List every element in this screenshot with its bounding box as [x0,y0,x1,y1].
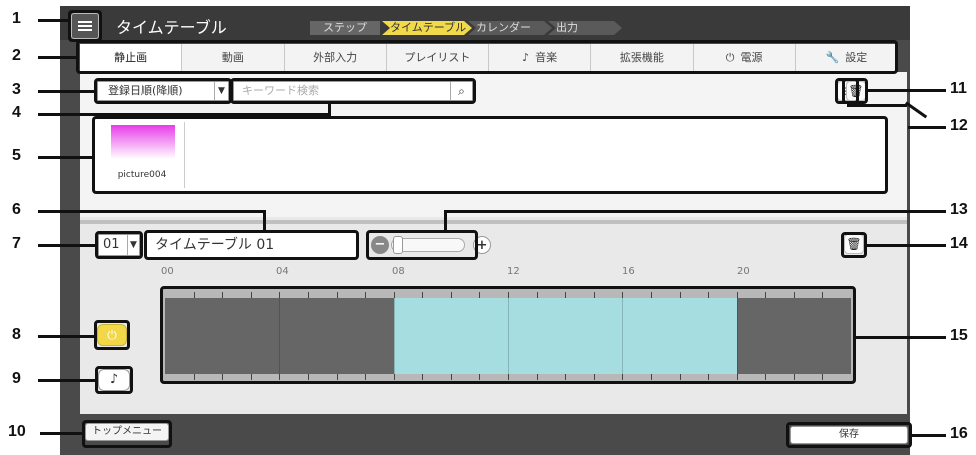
callout-box [95,366,133,394]
callout-number: 4 [12,104,21,121]
callout-box [95,231,143,259]
page-title: タイムテーブル [116,18,227,37]
callout-box [160,286,856,384]
callout-box [366,230,478,260]
callout-box [94,320,130,350]
hour-label: 00 [161,266,174,277]
callout-line [444,210,447,230]
callout-line [38,156,92,159]
callout-line [38,335,94,338]
hour-label: 04 [276,266,289,277]
callout-line [856,336,946,339]
callout-number: 16 [950,425,968,442]
callout-line [38,19,68,22]
step-label: ステップ [310,21,380,35]
callout-number: 7 [12,235,21,252]
callout-line [908,126,946,129]
callout-number: 8 [12,326,21,343]
screen: タイムテーブル ステップ タイムテーブル カレンダー 出力 静止画 動画 外部入… [0,0,976,455]
callout-number: 9 [12,370,21,387]
callout-line [847,104,907,107]
callout-number: 3 [12,81,21,98]
callout-line [38,244,95,247]
callout-number: 15 [950,327,968,344]
callout-box [841,232,867,258]
callout-line [38,90,94,93]
callout-line [444,210,946,213]
callout-line [867,244,946,247]
hour-label: 20 [737,266,750,277]
callout-line [38,113,330,116]
callout-box [68,10,102,42]
callout-number: 13 [950,201,968,218]
callout-line [38,379,95,382]
callout-box [144,230,359,260]
callout-box [230,78,476,104]
callout-number: 10 [8,423,26,440]
callout-line [868,89,946,92]
hour-label: 08 [392,266,405,277]
hour-label: 12 [507,266,520,277]
callout-number: 11 [950,80,967,97]
callout-line [40,432,82,435]
callout-box [842,78,868,104]
section-divider [80,220,907,224]
callout-line [263,210,266,230]
callout-line [328,104,331,116]
callout-line [38,56,76,59]
callout-box [92,116,888,194]
callout-box [82,420,172,448]
step-calendar: カレンダー [468,21,552,35]
callout-number: 6 [12,201,21,218]
callout-box [94,78,232,104]
callout-line [38,210,266,213]
step-output: 出力 [548,21,622,35]
callout-number: 12 [950,117,968,134]
callout-number: 2 [12,47,21,64]
callout-line [912,434,946,437]
callout-box [786,422,912,448]
hour-label: 16 [622,266,635,277]
callout-number: 14 [950,235,968,252]
callout-number: 1 [12,10,21,27]
callout-number: 5 [12,147,21,164]
callout-box [76,40,898,74]
step-timetable: タイムテーブル [382,21,472,35]
